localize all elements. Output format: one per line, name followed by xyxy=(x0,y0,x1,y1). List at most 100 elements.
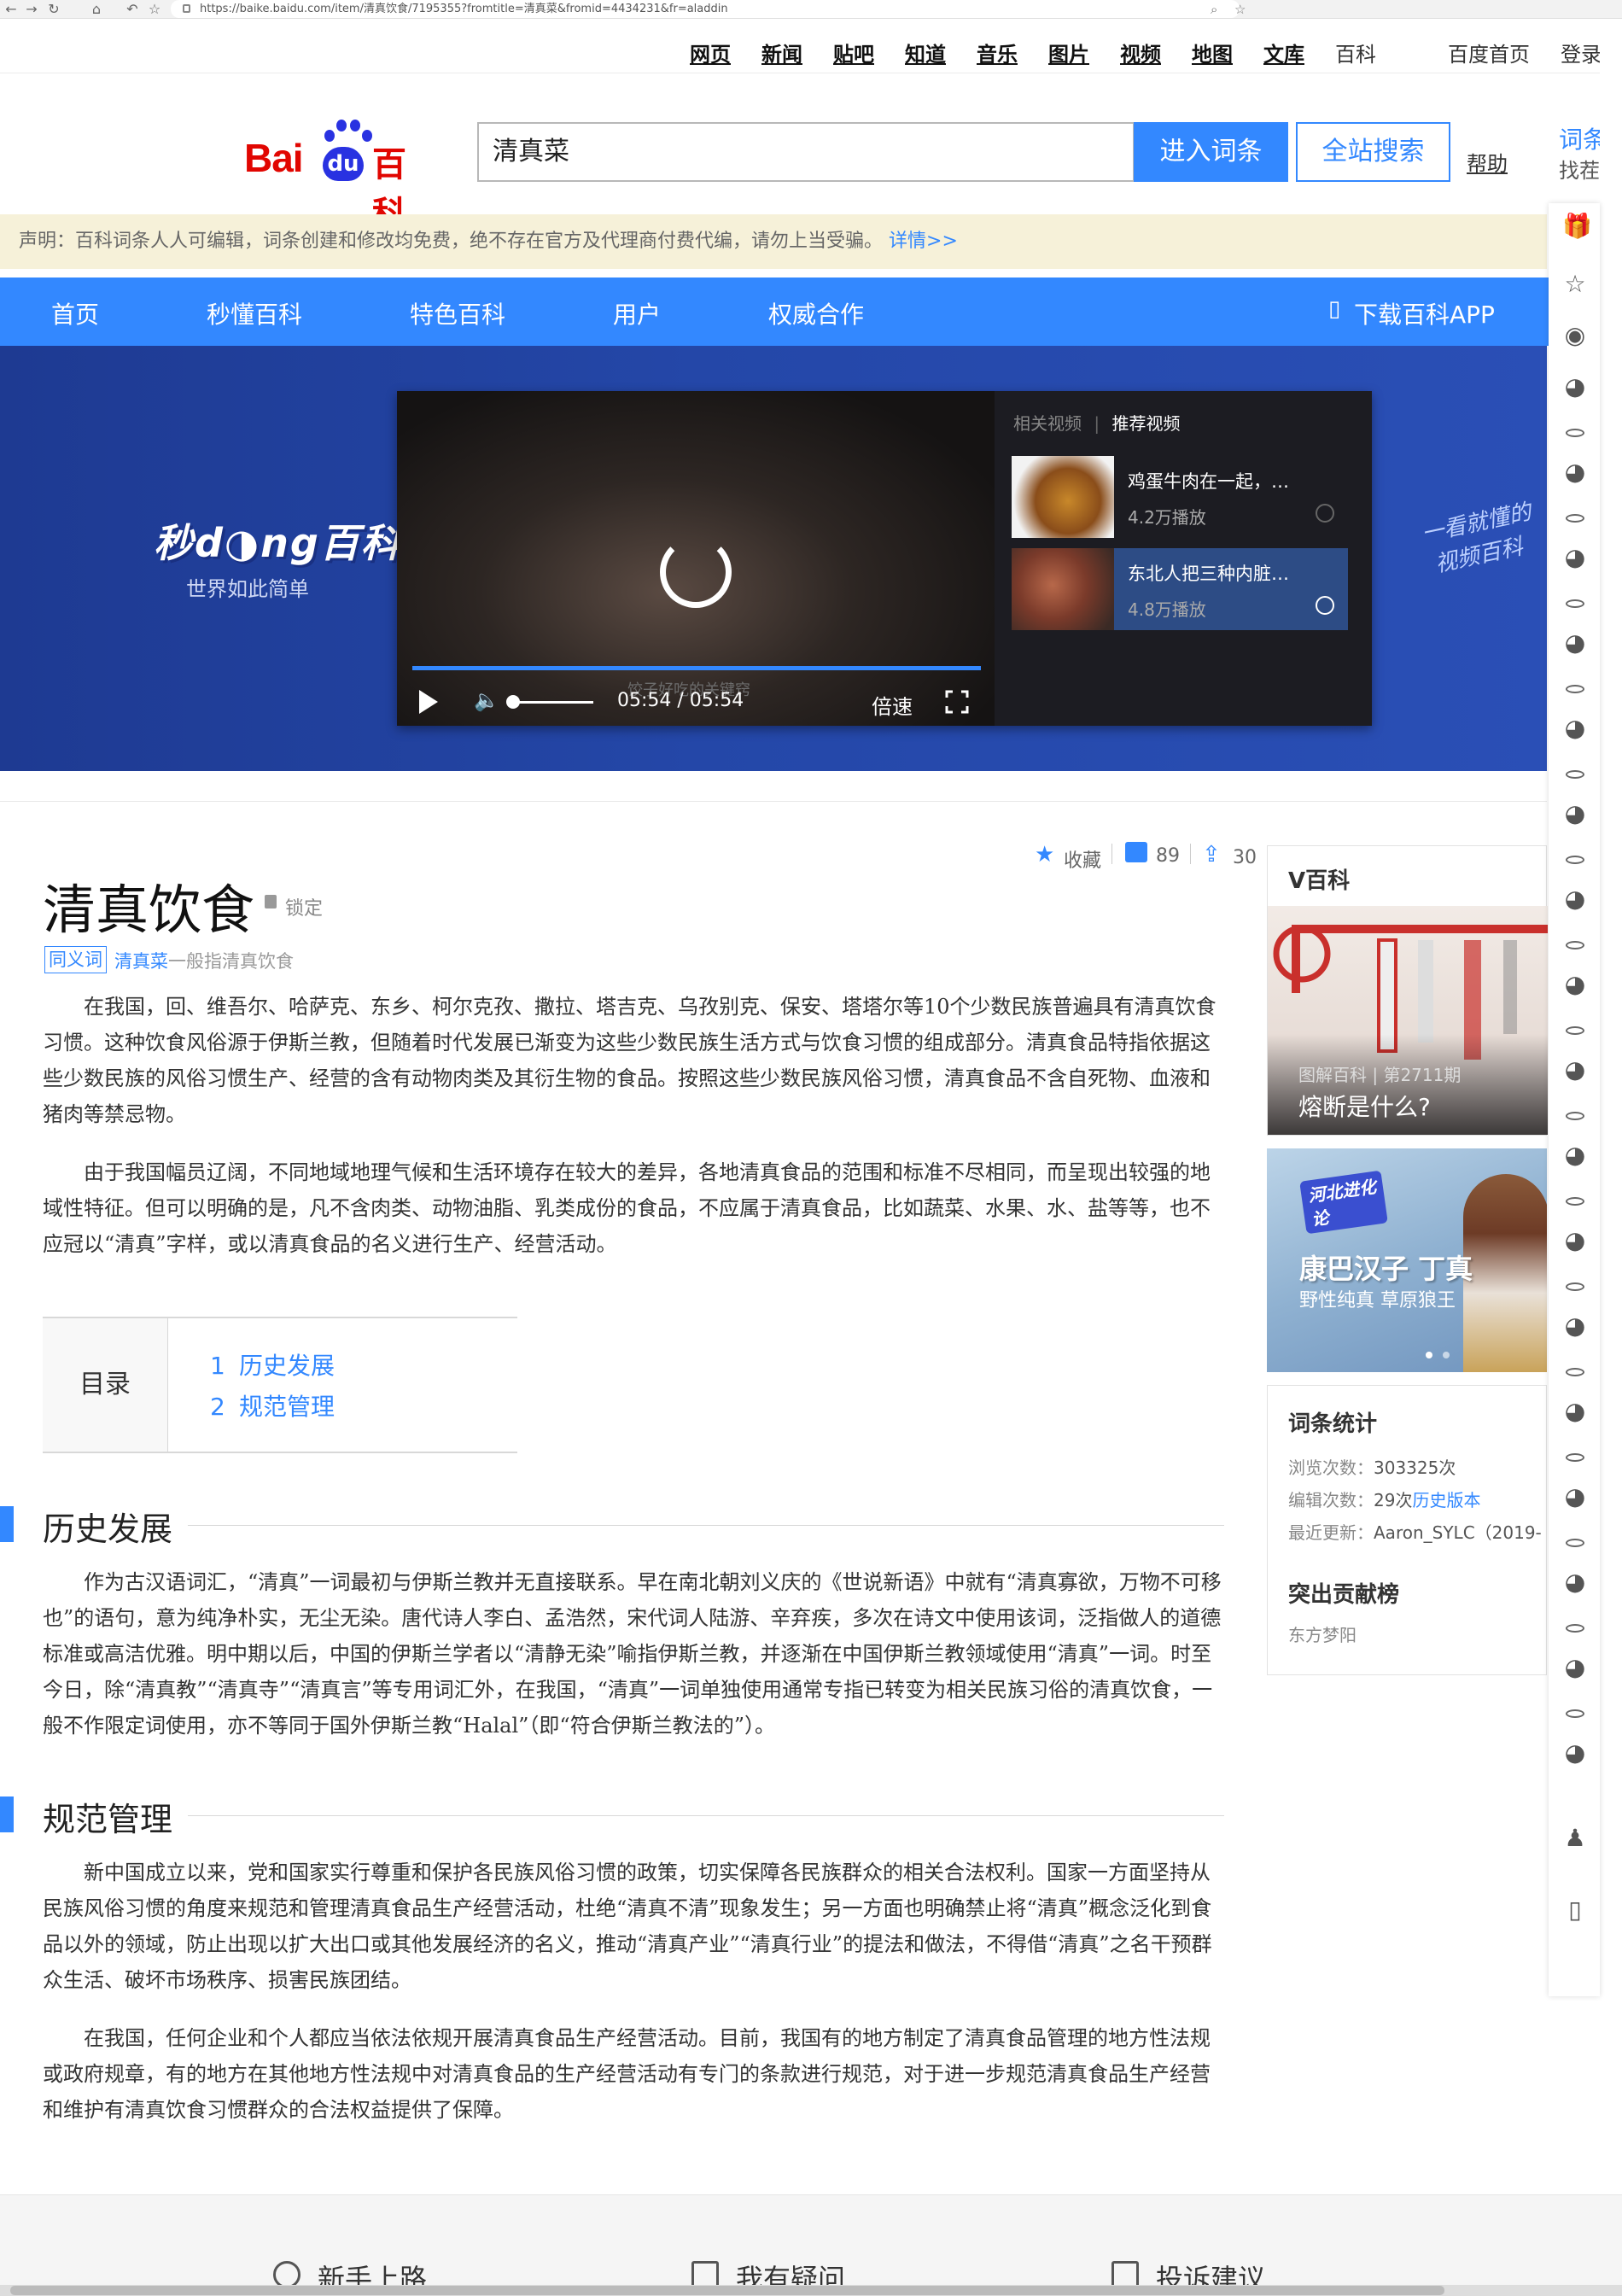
eye-icon[interactable] xyxy=(1566,1453,1584,1462)
eye-icon[interactable] xyxy=(1566,1368,1584,1376)
top-nav-link[interactable]: 新闻 xyxy=(761,38,802,67)
toc-label[interactable]: 历史发展 xyxy=(239,1352,335,1380)
wechat-icon[interactable]: ◕ xyxy=(1562,374,1588,400)
top-nav-link[interactable]: 知道 xyxy=(905,38,946,67)
fullscreen-icon[interactable] xyxy=(945,690,969,714)
nav-item-featured[interactable]: 特色百科 xyxy=(410,296,505,330)
nav-item-partners[interactable]: 权威合作 xyxy=(768,296,864,330)
share-icon[interactable]: ⇪ xyxy=(1202,842,1221,868)
forward-icon[interactable]: → xyxy=(24,2,39,17)
top-nav-link[interactable]: 图片 xyxy=(1048,38,1089,67)
v-baike-image[interactable]: 图解百科 | 第2711期 熔断是什么? xyxy=(1268,906,1548,1135)
wechat-icon[interactable]: ◕ xyxy=(1562,1313,1588,1339)
share-icon[interactable] xyxy=(1316,504,1334,523)
toc-label[interactable]: 规范管理 xyxy=(239,1393,335,1421)
stat-value[interactable]: Aaron_SYLC（2019- xyxy=(1374,1522,1542,1543)
eye-icon[interactable] xyxy=(1566,1624,1584,1633)
site-search-button[interactable]: 全站搜索 xyxy=(1296,122,1450,182)
wechat-icon[interactable]: ◕ xyxy=(1562,1655,1588,1680)
eye-icon[interactable] xyxy=(1566,770,1584,779)
wechat-icon[interactable]: ◕ xyxy=(1562,1142,1588,1168)
zoom-icon[interactable]: ⌕ xyxy=(1211,2,1217,17)
gift-icon[interactable]: 🎁 xyxy=(1562,213,1592,239)
related-video-item[interactable]: 鸡蛋牛肉在一起，… 4.2万播放 xyxy=(1012,456,1348,538)
nav-item-user[interactable]: 用户 xyxy=(613,296,661,330)
home-icon[interactable]: ⌂ xyxy=(89,2,104,17)
toc-item[interactable]: 1 历史发展 xyxy=(210,1347,335,1382)
eye-icon[interactable] xyxy=(1566,1282,1584,1291)
scrollbar-thumb[interactable] xyxy=(10,2286,1444,2295)
eye-icon[interactable] xyxy=(1566,599,1584,608)
wechat-icon[interactable]: ◕ xyxy=(1562,716,1588,741)
speed-button[interactable]: 倍速 xyxy=(872,690,913,720)
eye-icon[interactable] xyxy=(1566,1539,1584,1547)
wechat-icon[interactable]: ◕ xyxy=(1562,1228,1588,1253)
eye-icon[interactable] xyxy=(1566,941,1584,949)
wechat-icon[interactable]: ◕ xyxy=(1562,1057,1588,1083)
eye-icon[interactable] xyxy=(1566,1112,1584,1120)
enter-entry-button[interactable]: 进入词条 xyxy=(1134,122,1288,182)
tab-related[interactable]: 相关视频 xyxy=(1013,413,1082,434)
miaodong-logo[interactable]: 秒d◑ng百科 xyxy=(154,512,402,569)
promo-card[interactable]: 河北进化论 康巴汉子 丁真 野性纯真 草原狼王 xyxy=(1267,1148,1547,1372)
thumbs-up-icon[interactable] xyxy=(1125,842,1147,862)
top-nav-link[interactable]: 视频 xyxy=(1120,38,1161,67)
eye-icon[interactable] xyxy=(1566,685,1584,693)
wechat-icon[interactable]: ◕ xyxy=(1562,545,1588,570)
help-link[interactable]: 帮助 xyxy=(1467,147,1508,177)
synonym-link[interactable]: 清真菜 xyxy=(114,951,168,972)
favorite-icon[interactable]: ☆ xyxy=(1562,272,1588,297)
video-player[interactable]: 饺子好吃的关键窍 🔈 05:54 / 05:54 倍速 相关视频 | 推荐视频 … xyxy=(397,391,1372,726)
history-link[interactable]: 历史版本 xyxy=(1412,1490,1480,1510)
wechat-icon[interactable]: ◕ xyxy=(1562,1569,1588,1595)
mobile-icon[interactable]: ▯ xyxy=(1562,1897,1588,1923)
wechat-icon[interactable]: ◕ xyxy=(1562,630,1588,656)
video-area[interactable]: 饺子好吃的关键窍 🔈 05:54 / 05:54 倍速 xyxy=(397,391,995,726)
wechat-icon[interactable]: ◕ xyxy=(1562,972,1588,997)
carousel-dot[interactable] xyxy=(1426,1352,1432,1358)
volume-knob[interactable] xyxy=(506,695,520,709)
wechat-icon[interactable]: ◕ xyxy=(1562,459,1588,485)
top-nav-link[interactable]: 地图 xyxy=(1192,38,1233,67)
nav-item-miaodong[interactable]: 秒懂百科 xyxy=(207,296,302,330)
eye-icon[interactable] xyxy=(1566,514,1584,523)
star-icon[interactable]: ☆ xyxy=(147,2,162,17)
wechat-icon[interactable]: ◕ xyxy=(1562,886,1588,912)
play-icon[interactable] xyxy=(419,690,438,714)
eye-icon[interactable] xyxy=(1566,1709,1584,1718)
download-app-link[interactable]: 下载百科APP xyxy=(1354,296,1495,330)
top-nav-link[interactable]: 音乐 xyxy=(977,38,1018,67)
qq-icon[interactable]: ♟ xyxy=(1562,1826,1588,1851)
wechat-icon[interactable]: ◕ xyxy=(1562,1399,1588,1424)
progress-bar[interactable] xyxy=(412,666,981,670)
top-nav-link[interactable]: 文库 xyxy=(1263,38,1304,67)
toc-item[interactable]: 2 规范管理 xyxy=(210,1388,335,1423)
notice-details-link[interactable]: 详情>> xyxy=(889,231,958,252)
favorite-label[interactable]: 收藏 xyxy=(1064,845,1101,873)
weibo-icon[interactable]: ◉ xyxy=(1562,323,1588,348)
login-link[interactable]: 登录 xyxy=(1561,38,1602,67)
search-input[interactable]: 清真菜 xyxy=(477,122,1135,182)
eye-icon[interactable] xyxy=(1566,429,1584,437)
related-video-item[interactable]: 东北人把三种内脏… 4.8万播放 xyxy=(1012,548,1348,630)
wechat-icon[interactable]: ◕ xyxy=(1562,801,1588,827)
top-nav-link-current[interactable]: 百科 xyxy=(1335,38,1376,67)
bookmark-star-icon[interactable]: ☆ xyxy=(1234,2,1246,17)
share-icon[interactable] xyxy=(1316,596,1334,615)
favorite-star-icon[interactable]: ★ xyxy=(1035,842,1054,868)
address-bar[interactable]: https://baike.baidu.com/item/清真饮食/719535… xyxy=(171,0,1240,18)
baidu-home-link[interactable]: 百度首页 xyxy=(1448,38,1530,67)
synonym-tag[interactable]: 同义词 xyxy=(44,946,107,973)
eye-icon[interactable] xyxy=(1566,1197,1584,1206)
top-nav-link[interactable]: 网页 xyxy=(690,38,731,67)
v-baike-card[interactable]: V百科 图解百科 | 第2711期 熔断是什么? xyxy=(1267,845,1548,1136)
eye-icon[interactable] xyxy=(1566,1026,1584,1035)
wechat-icon[interactable]: ◕ xyxy=(1562,1484,1588,1510)
eye-icon[interactable] xyxy=(1566,856,1584,864)
mute-icon[interactable]: 🔈 xyxy=(474,688,499,712)
carousel-dot[interactable] xyxy=(1443,1352,1450,1358)
wechat-icon[interactable]: ◕ xyxy=(1562,1740,1588,1766)
volume-slider[interactable] xyxy=(511,701,593,704)
contributor-name[interactable]: 东方梦阳 xyxy=(1288,1621,1357,1646)
top-nav-link[interactable]: 贴吧 xyxy=(833,38,874,67)
